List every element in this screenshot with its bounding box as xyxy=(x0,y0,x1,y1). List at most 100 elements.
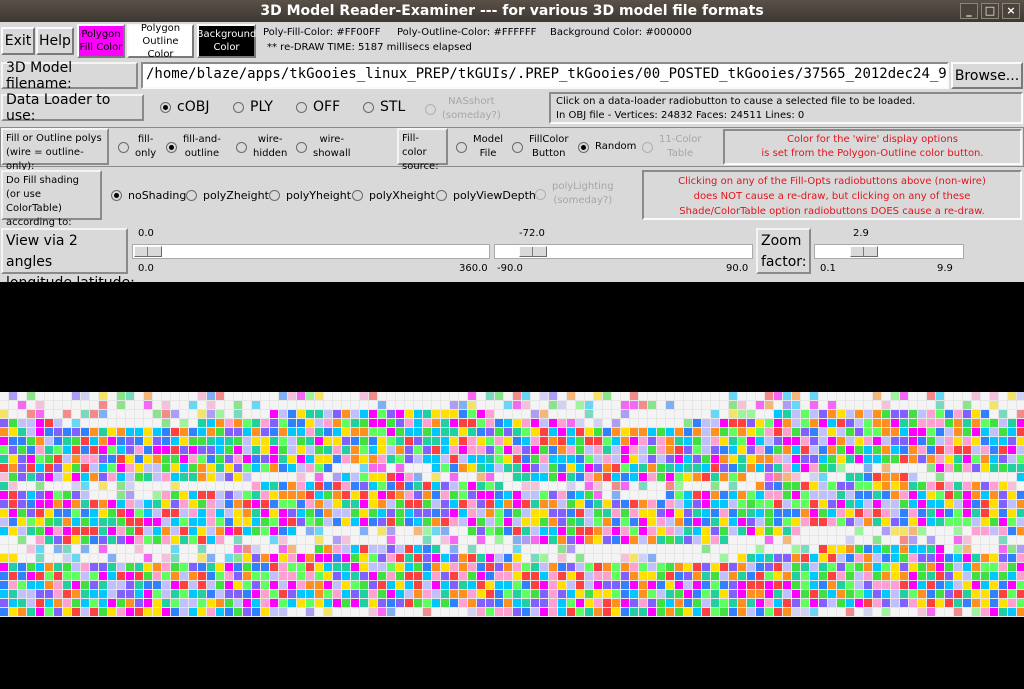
filename-input[interactable]: /home/blaze/apps/tkGooies_linux_PREP/tkG… xyxy=(141,62,949,89)
close-button[interactable]: × xyxy=(1002,3,1020,19)
poly-outline-color-readout: Poly-Outline-Color: #FFFFFF xyxy=(397,27,537,38)
zoom-slider-thumb[interactable] xyxy=(849,246,878,257)
loader-option-label: STL xyxy=(380,99,406,115)
fill-outline-label-line1: Fill or Outline polys xyxy=(6,133,102,144)
radio-indicator xyxy=(535,188,546,200)
zoom-value: 2.9 xyxy=(853,228,869,239)
radio-indicator xyxy=(363,101,374,113)
shading-note-line2: does NOT cause a re-draw, but clicking o… xyxy=(693,191,971,202)
model-file-line2: File xyxy=(479,148,497,159)
help-button[interactable]: Help xyxy=(36,27,74,55)
wire-showall-radio[interactable]: wire-showall xyxy=(296,133,351,161)
view-label-line1: View via 2 angles xyxy=(6,233,78,270)
longitude-slider-thumb[interactable] xyxy=(134,246,162,257)
background-color-readout: Background Color: #000000 xyxy=(550,27,692,38)
canvas-bottom-margin xyxy=(0,653,1024,689)
wire-hidden-radio[interactable]: wire-hidden xyxy=(236,133,287,161)
shading-option-label: polyZheight xyxy=(203,189,269,202)
shading-label: Do Fill shading (or use ColorTable) acco… xyxy=(1,170,102,228)
loader-info-line2: In OBJ file - Vertices: 24832 Faces: 245… xyxy=(556,110,805,121)
background-button-line1: Background xyxy=(196,29,257,40)
loader-radio-off[interactable]: OFF xyxy=(296,99,340,115)
shading-polyzheight-radio[interactable]: polyZheight xyxy=(186,189,269,202)
fill-and-outline-line2: outline xyxy=(184,148,220,159)
polygon-fill-button-line1: Polygon xyxy=(81,29,121,40)
filename-label: 3D Model filename: xyxy=(1,60,138,92)
polygon-fill-button-line2: Fill Color xyxy=(79,42,123,53)
color-table-line2: Table xyxy=(667,148,694,159)
shading-label-line1: Do Fill shading xyxy=(6,175,80,186)
model-display-canvas[interactable] xyxy=(0,282,1024,653)
radio-indicator xyxy=(512,141,523,153)
longitude-min: 0.0 xyxy=(138,263,154,274)
wire-hidden-line1: wire- xyxy=(257,134,283,145)
source-model-file-radio[interactable]: Model File xyxy=(456,133,503,161)
shading-polyyheight-radio[interactable]: polyYheight xyxy=(269,189,351,202)
latitude-value: -72.0 xyxy=(519,228,545,239)
wire-showall-line2: showall xyxy=(313,148,351,159)
radio-indicator xyxy=(118,141,129,153)
fill-and-outline-radio[interactable]: fill-and-outline xyxy=(166,133,221,161)
fill-only-radio[interactable]: fill-only xyxy=(118,133,156,161)
fill-only-line2: only xyxy=(135,148,157,159)
fillcolor-button-line1: FillColor xyxy=(529,134,569,145)
loader-option-label: OFF xyxy=(313,99,341,115)
radio-indicator xyxy=(236,141,247,153)
fill-source-line2: source: xyxy=(402,161,439,172)
polylighting-line2: (someday?) xyxy=(553,195,613,206)
shading-polyxheight-radio[interactable]: polyXheight xyxy=(352,189,435,202)
loader-radio-cobj[interactable]: cOBJ xyxy=(160,99,209,115)
fill-color-source-label: Fill-color source: xyxy=(397,128,448,172)
zoom-slider-trough[interactable] xyxy=(814,244,964,259)
background-color-button[interactable]: Background Color xyxy=(197,24,256,58)
fill-only-line1: fill- xyxy=(137,134,154,145)
polylighting-line1: polyLighting xyxy=(552,181,614,192)
latitude-slider-trough[interactable] xyxy=(494,244,753,259)
minimize-button[interactable]: _ xyxy=(960,3,978,19)
radio-indicator xyxy=(296,101,307,113)
radio-indicator xyxy=(296,141,307,153)
nasshort-label-line1: NASshort xyxy=(448,96,495,107)
exit-button[interactable]: Exit xyxy=(1,27,35,55)
radio-indicator xyxy=(436,190,447,201)
loader-radio-stl[interactable]: STL xyxy=(363,99,405,115)
radio-indicator xyxy=(233,101,244,113)
data-loader-label: Data Loader to use: xyxy=(1,92,144,124)
shading-redraw-note: Clicking on any of the Fill-Opts radiobu… xyxy=(642,170,1022,220)
shading-polyviewdepth-radio[interactable]: polyViewDepth xyxy=(436,189,536,202)
longitude-slider-trough[interactable] xyxy=(132,244,490,259)
radio-indicator xyxy=(425,103,436,115)
fill-source-line1: Fill-color xyxy=(402,133,427,158)
radio-indicator xyxy=(269,190,280,201)
background-button-line2: Color xyxy=(213,42,240,53)
shading-option-label: polyXheight xyxy=(369,189,435,202)
wire-note-line2: is set from the Polygon-Outline color bu… xyxy=(761,148,984,159)
shading-option-label: polyYheight xyxy=(286,189,352,202)
wire-hidden-line2: hidden xyxy=(253,148,288,159)
loader-info-line1: Click on a data-loader radiobutton to ca… xyxy=(556,96,916,107)
fill-outline-label: Fill or Outline polys (wire = outline-on… xyxy=(1,128,109,172)
zoom-label: Zoom factor: xyxy=(756,228,811,274)
shading-note-line1: Clicking on any of the Fill-Opts radiobu… xyxy=(678,176,986,187)
browse-button[interactable]: Browse... xyxy=(951,62,1023,89)
loader-radio-ply[interactable]: PLY xyxy=(233,99,273,115)
wire-note-line1: Color for the 'wire' display options xyxy=(786,134,958,145)
radio-indicator xyxy=(160,101,171,113)
model-file-line1: Model xyxy=(473,134,504,145)
maximize-button[interactable]: □ xyxy=(981,3,999,19)
polygon-fill-color-button[interactable]: Polygon Fill Color xyxy=(77,24,125,58)
window-title: 3D Model Reader-Examiner --- for various… xyxy=(260,3,764,19)
shading-option-label: polyViewDepth xyxy=(453,189,536,202)
polygon-outline-color-button[interactable]: Polygon Outline Color xyxy=(127,22,194,60)
redraw-time-readout: ** re-DRAW TIME: 5187 millisecs elapsed xyxy=(267,42,472,53)
source-fillcolor-button-radio[interactable]: FillColor Button xyxy=(512,133,568,161)
fill-and-outline-line1: fill-and- xyxy=(183,134,221,145)
shading-option-label: noShading xyxy=(128,189,187,202)
latitude-slider-thumb[interactable] xyxy=(518,246,547,257)
mesh-quads xyxy=(0,392,1024,617)
longitude-max: 360.0 xyxy=(459,263,488,274)
source-random-radio[interactable]: Random xyxy=(578,140,636,154)
polygon-outline-button-line1: Polygon xyxy=(140,22,181,34)
window-titlebar: 3D Model Reader-Examiner --- for various… xyxy=(0,0,1024,22)
shading-noshading-radio[interactable]: noShading xyxy=(111,189,186,202)
